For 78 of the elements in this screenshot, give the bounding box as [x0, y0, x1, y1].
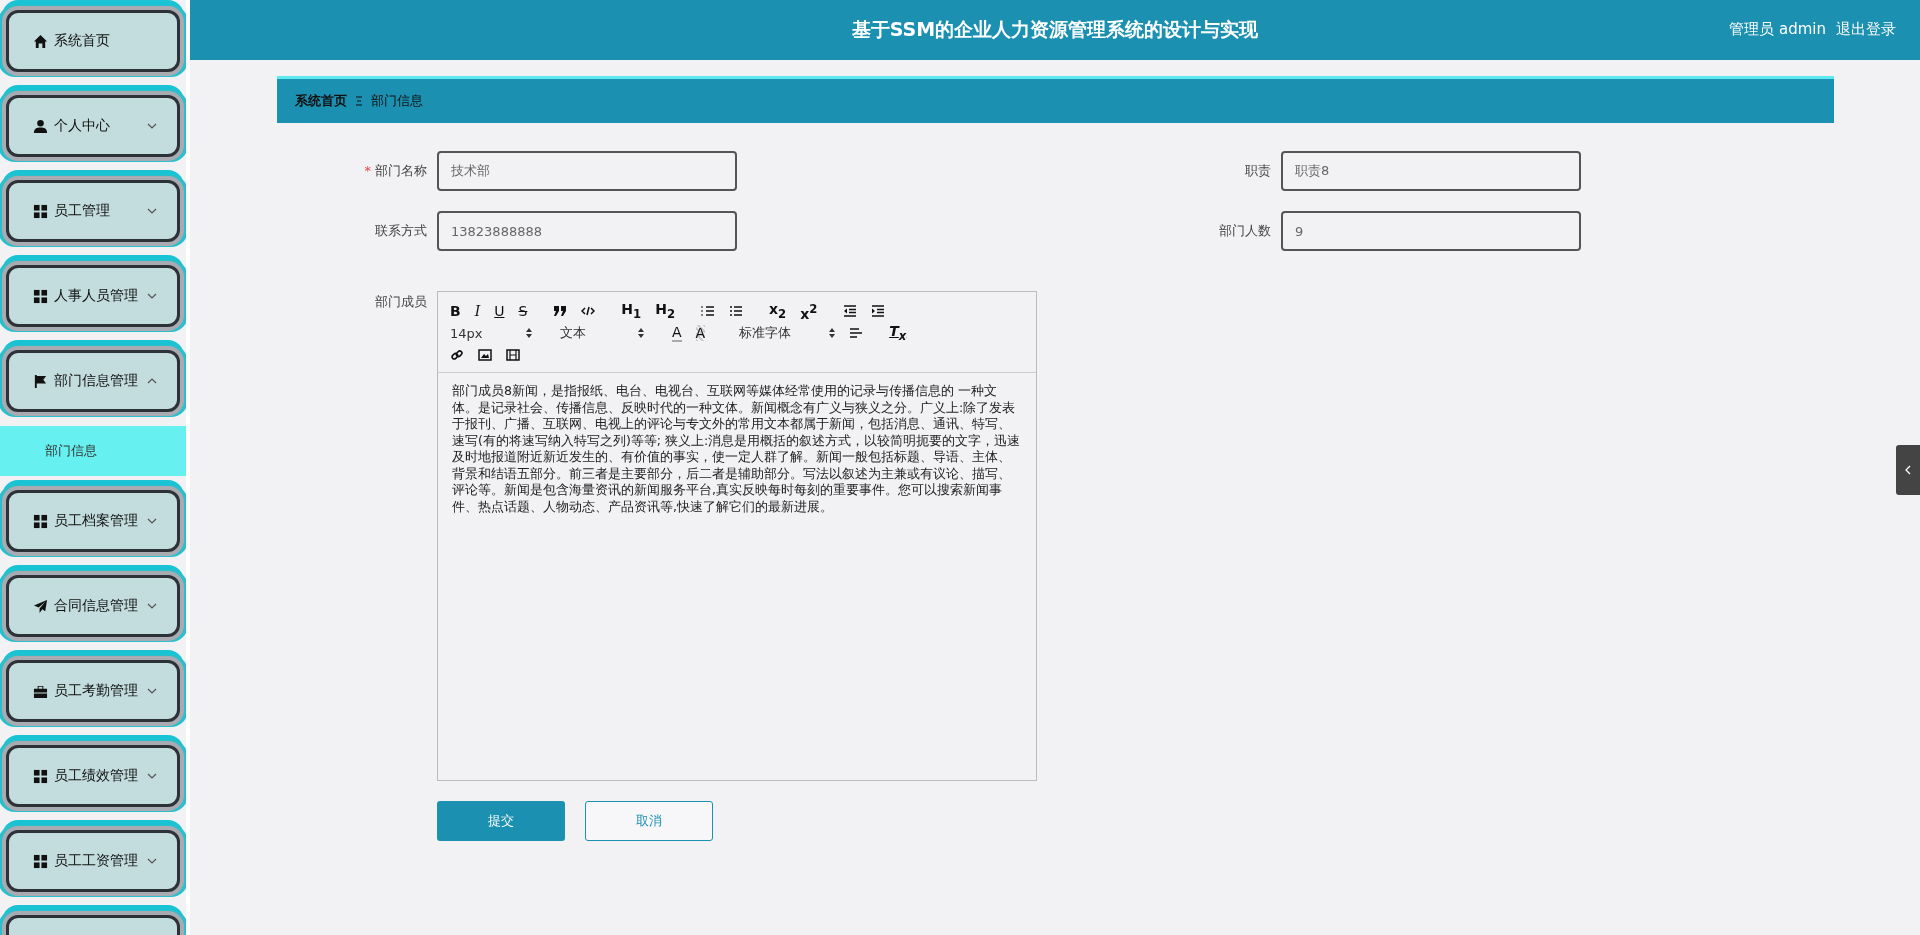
editor-text: 部门成员8新闻，是指报纸、电台、电视台、互联网等媒体经常使用的记录与传播信息的 一种文体。是记录社会、传播信息、反映时代的一种文体。新闻概念有广义与狭义之分。广义上:除了发表于报刊、广播、互联网、电视上的评论与专文外的常用文本都属于新闻，包括消息、通讯、特写、速写(有的将速写纳入特写之列)等等; 狭义上:消息是用概括的叙述方式，以较简明扼要的文字，迅速及时地报道附近新近发生的、有价值的事实，使一定人群了解。新闻一般包括标题、导语、主体、背景和结语五部分。前三者是主要部分，后二者是辅助部分。写法以叙述为主兼或有议论、描写、评论等。新闻是包含海量资讯的新闻服务平台,真实反映每时每刻的重要事件。您可以搜索新闻事件、热点话题、人物动态、产品资讯等,快速了解它们的最新进展。: [451, 382, 1022, 516]
menu-label: 员工绩效管理: [54, 767, 139, 785]
format-button[interactable]: I: [474, 303, 481, 319]
chevron-down-icon: [147, 858, 157, 864]
align-left-icon[interactable]: [849, 327, 864, 339]
home-icon: [33, 33, 48, 49]
briefcase-icon: [33, 683, 48, 699]
breadcrumb-link[interactable]: 系统首页: [295, 92, 347, 110]
heading-button[interactable]: H$_{2}$: [655, 300, 676, 322]
image-icon[interactable]: [478, 349, 492, 361]
chevron-up-icon: [147, 378, 157, 384]
menu-label: 个人中心: [54, 117, 111, 135]
background-color-button[interactable]: A: [695, 325, 706, 341]
grid-icon: [33, 288, 48, 304]
field-label: 部门成员: [374, 293, 428, 311]
field-label: 职责: [1244, 162, 1272, 180]
outdent-icon[interactable]: [843, 305, 858, 317]
chevron-down-icon: [147, 603, 157, 609]
grid-icon: [33, 768, 48, 784]
paper-plane-icon: [33, 598, 48, 614]
input-field[interactable]: 9: [1281, 211, 1581, 251]
chevron-down-icon: [147, 773, 157, 779]
input-field[interactable]: 13823888888: [437, 211, 737, 251]
chevron-down-icon: [147, 123, 157, 129]
format-button[interactable]: U: [494, 303, 505, 319]
script-button[interactable]: x$_{2}$: [769, 300, 787, 322]
code-icon[interactable]: [581, 305, 596, 317]
collapse-tab[interactable]: [1896, 445, 1920, 495]
user-label: 管理员 admin: [1729, 20, 1826, 39]
clear-format-button[interactable]: T$_{x}$: [889, 322, 907, 344]
sort-icon: [526, 328, 532, 338]
cancel-button[interactable]: 取消: [585, 801, 713, 841]
user-icon: [33, 118, 48, 134]
submit-button[interactable]: 提交: [437, 801, 565, 841]
font-color-button[interactable]: A: [672, 324, 682, 342]
menu-label: 员工档案管理: [54, 512, 139, 530]
menu-label: 员工管理: [54, 202, 111, 220]
menu-label: 系统首页: [54, 32, 111, 50]
film-icon[interactable]: [506, 349, 520, 361]
menu-label: 部门信息管理: [54, 372, 139, 390]
text-style-select[interactable]: 文本: [560, 324, 644, 342]
chevron-left-icon: [1905, 465, 1911, 475]
logout-link[interactable]: 退出登录: [1836, 20, 1896, 39]
format-button[interactable]: B: [450, 303, 461, 319]
sort-icon: [638, 328, 644, 338]
field-label: 部门人数: [1218, 222, 1272, 240]
separator-icon: [355, 95, 363, 107]
input-field[interactable]: 职责8: [1281, 151, 1581, 191]
font-family-select[interactable]: 标准字体: [739, 324, 836, 342]
menu-label: 人事人员管理: [54, 287, 139, 305]
menu-label: 员工工资管理: [54, 852, 139, 870]
format-button[interactable]: S: [518, 303, 528, 319]
rich-text-editor[interactable]: [437, 291, 1037, 781]
ordered-list-icon[interactable]: [701, 305, 716, 317]
chevron-down-icon: [147, 293, 157, 299]
bullet-list-icon[interactable]: [729, 305, 744, 317]
chevron-down-icon: [147, 688, 157, 694]
grid-icon: [33, 853, 48, 869]
quote-icon[interactable]: [553, 305, 568, 317]
app-title: 基于SSM的企业人力资源管理系统的设计与实现: [851, 17, 1259, 42]
grid-icon: [33, 203, 48, 219]
input-field[interactable]: 技术部: [437, 151, 737, 191]
sort-icon: [829, 328, 836, 338]
link-icon[interactable]: [450, 349, 464, 361]
chevron-down-icon: [147, 208, 157, 214]
font-size-select[interactable]: 14px: [450, 325, 532, 341]
menu-label: 员工考勤管理: [54, 682, 139, 700]
heading-button[interactable]: H$_{1}$: [621, 300, 642, 322]
chevron-down-icon: [147, 518, 157, 524]
indent-icon[interactable]: [871, 305, 886, 317]
flag-icon: [33, 373, 48, 389]
breadcrumb-current: 部门信息: [371, 92, 423, 110]
field-label: * 部门名称: [363, 162, 428, 180]
menu-label: 合同信息管理: [54, 597, 139, 615]
submenu-item[interactable]: 部门信息: [0, 426, 186, 476]
script-button[interactable]: x$^{2}$: [800, 300, 818, 322]
field-label: 联系方式: [374, 222, 428, 240]
grid-icon: [33, 513, 48, 529]
